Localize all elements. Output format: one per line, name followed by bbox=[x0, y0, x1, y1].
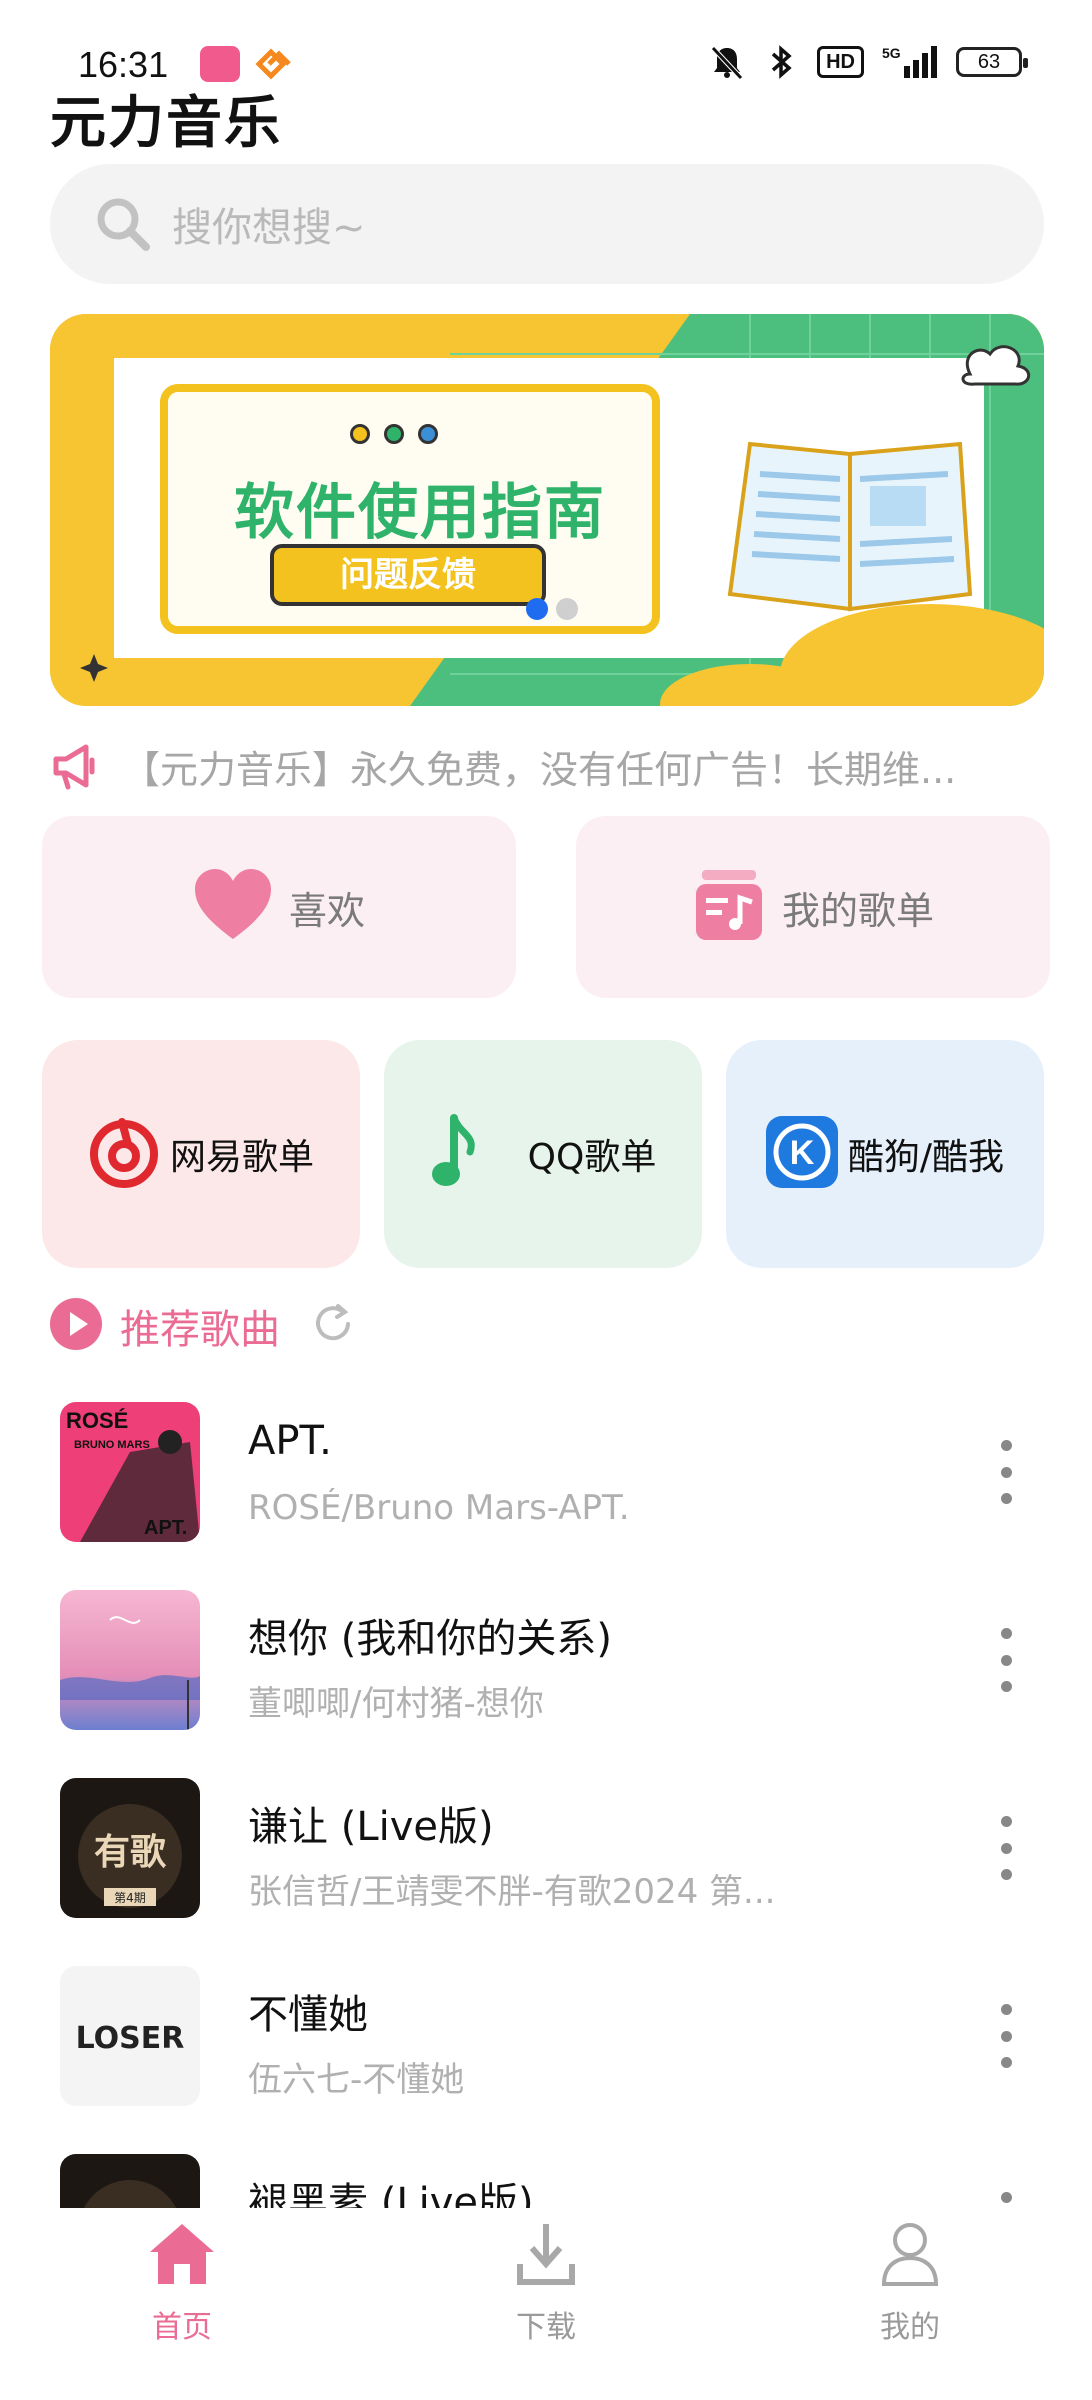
more-options-icon[interactable] bbox=[994, 2004, 1018, 2068]
playlist-icon bbox=[692, 868, 766, 946]
song-list: ROSÉ BRUNO MARS APT. APT. ROSÉ/Bruno Mar… bbox=[0, 1390, 1092, 2208]
profile-icon bbox=[878, 2220, 942, 2290]
kugou-kuwo-playlist-button[interactable]: K 酷狗/酷我 bbox=[726, 1040, 1044, 1268]
kugou-icon: K bbox=[765, 1116, 838, 1192]
cover-corner-text: APT. bbox=[144, 1517, 187, 1539]
play-circle-icon[interactable] bbox=[48, 1296, 104, 1356]
bottom-nav: 首页 下载 我的 bbox=[0, 2210, 1092, 2400]
list-item[interactable]: LOSER 不懂她 伍六七-不懂她 bbox=[0, 1954, 1092, 2142]
svg-text:5G: 5G bbox=[882, 45, 901, 61]
song-title: 谦让 (Live版) bbox=[248, 1804, 494, 1850]
song-cover bbox=[60, 1590, 200, 1730]
my-playlists-button[interactable]: 我的歌单 bbox=[576, 816, 1050, 998]
cover-text: 有歌 bbox=[94, 1832, 167, 1873]
song-title: APT. bbox=[248, 1418, 332, 1464]
more-options-icon[interactable] bbox=[994, 1816, 1018, 1880]
banner-title: 软件使用指南 bbox=[234, 478, 606, 548]
qq-playlist-button[interactable]: QQ歌单 bbox=[384, 1040, 702, 1268]
battery-indicator: 63 bbox=[956, 47, 1028, 77]
nav-home[interactable]: 首页 bbox=[102, 2220, 262, 2400]
netease-icon bbox=[88, 1116, 160, 1192]
book-illustration bbox=[720, 424, 990, 614]
bluetooth-icon bbox=[763, 44, 799, 80]
cover-text: LOSER bbox=[76, 2021, 185, 2056]
megaphone-icon bbox=[50, 741, 100, 791]
netease-label: 网易歌单 bbox=[169, 1137, 314, 1178]
notice-bar[interactable]: 【元力音乐】永久免费，没有任何广告！长期维... bbox=[50, 738, 1044, 794]
more-options-icon[interactable] bbox=[994, 2192, 1018, 2208]
song-artist: 伍六七-不懂她 bbox=[248, 2060, 465, 2100]
nav-mine-label: 我的 bbox=[880, 2310, 940, 2345]
carousel-indicator[interactable] bbox=[556, 598, 578, 620]
cover-subtext: BRUNO MARS bbox=[74, 1439, 150, 1451]
list-item[interactable]: ROSÉ BRUNO MARS APT. APT. ROSÉ/Bruno Mar… bbox=[0, 1390, 1092, 1578]
song-cover: ROSÉ BRUNO MARS APT. bbox=[60, 1402, 200, 1542]
song-title: 不懂她 bbox=[248, 1992, 368, 2038]
app-title: 元力音乐 bbox=[50, 91, 282, 156]
heart-icon bbox=[193, 869, 273, 945]
kugou-label: 酷狗/酷我 bbox=[847, 1137, 1005, 1178]
hd-badge: HD bbox=[817, 46, 864, 78]
search-icon bbox=[94, 195, 152, 253]
mute-bell-icon bbox=[709, 44, 745, 80]
signal-icon: 5G bbox=[882, 44, 938, 80]
carousel-indicator-active[interactable] bbox=[526, 598, 548, 620]
song-cover: LOSER bbox=[60, 1966, 200, 2106]
banner-decoration-dots bbox=[350, 424, 438, 444]
notification-app-icon bbox=[255, 48, 291, 80]
nav-home-label: 首页 bbox=[152, 2310, 212, 2345]
like-button[interactable]: 喜欢 bbox=[42, 816, 516, 998]
svg-text:K: K bbox=[790, 1134, 815, 1172]
nav-download-label: 下载 bbox=[516, 2310, 576, 2345]
my-playlists-label: 我的歌单 bbox=[781, 888, 934, 933]
like-label: 喜欢 bbox=[288, 888, 365, 933]
qq-label: QQ歌单 bbox=[527, 1137, 657, 1178]
song-cover bbox=[60, 2154, 200, 2208]
song-artist: 张信哲/王靖雯不胖-有歌2024 第... bbox=[248, 1872, 776, 1912]
search-placeholder: 搜你想搜~ bbox=[172, 205, 366, 251]
status-icons: HD 5G 63 bbox=[709, 44, 1028, 80]
netease-playlist-button[interactable]: 网易歌单 bbox=[42, 1040, 360, 1268]
refresh-icon[interactable] bbox=[310, 1301, 356, 1351]
search-input[interactable]: 搜你想搜~ bbox=[50, 164, 1044, 284]
song-cover: 有歌 第4期 bbox=[60, 1778, 200, 1918]
song-title: 想你 (我和你的关系) bbox=[248, 1616, 612, 1662]
song-artist: 董唧唧/何村猪-想你 bbox=[248, 1684, 544, 1724]
recommend-title: 推荐歌曲 bbox=[120, 1307, 280, 1353]
list-item[interactable]: 有歌 第4期 谦让 (Live版) 张信哲/王靖雯不胖-有歌2024 第... bbox=[0, 1766, 1092, 1954]
feedback-button[interactable]: 问题反馈 bbox=[270, 544, 546, 606]
recommend-header: 推荐歌曲 bbox=[48, 1296, 356, 1356]
list-item[interactable]: 想你 (我和你的关系) 董唧唧/何村猪-想你 bbox=[0, 1578, 1092, 1766]
qq-music-icon bbox=[430, 1112, 478, 1196]
bilibili-app-icon bbox=[200, 46, 240, 82]
home-icon bbox=[146, 2220, 218, 2290]
notice-text: 【元力音乐】永久免费，没有任何广告！长期维... bbox=[122, 747, 957, 792]
nav-download[interactable]: 下载 bbox=[466, 2220, 626, 2400]
song-artist: ROSÉ/Bruno Mars-APT. bbox=[248, 1488, 630, 1528]
cover-text: ROSÉ bbox=[66, 1408, 128, 1433]
cover-subtext: 第4期 bbox=[114, 1891, 146, 1905]
banner-carousel[interactable]: 软件使用指南 问题反馈 bbox=[50, 314, 1044, 706]
download-icon bbox=[514, 2220, 578, 2290]
nav-mine[interactable]: 我的 bbox=[830, 2220, 990, 2400]
more-options-icon[interactable] bbox=[994, 1440, 1018, 1504]
song-title: 褪黑素 (Live版) bbox=[248, 2180, 534, 2208]
list-item[interactable]: 褪黑素 (Live版) bbox=[0, 2142, 1092, 2208]
more-options-icon[interactable] bbox=[994, 1628, 1018, 1692]
